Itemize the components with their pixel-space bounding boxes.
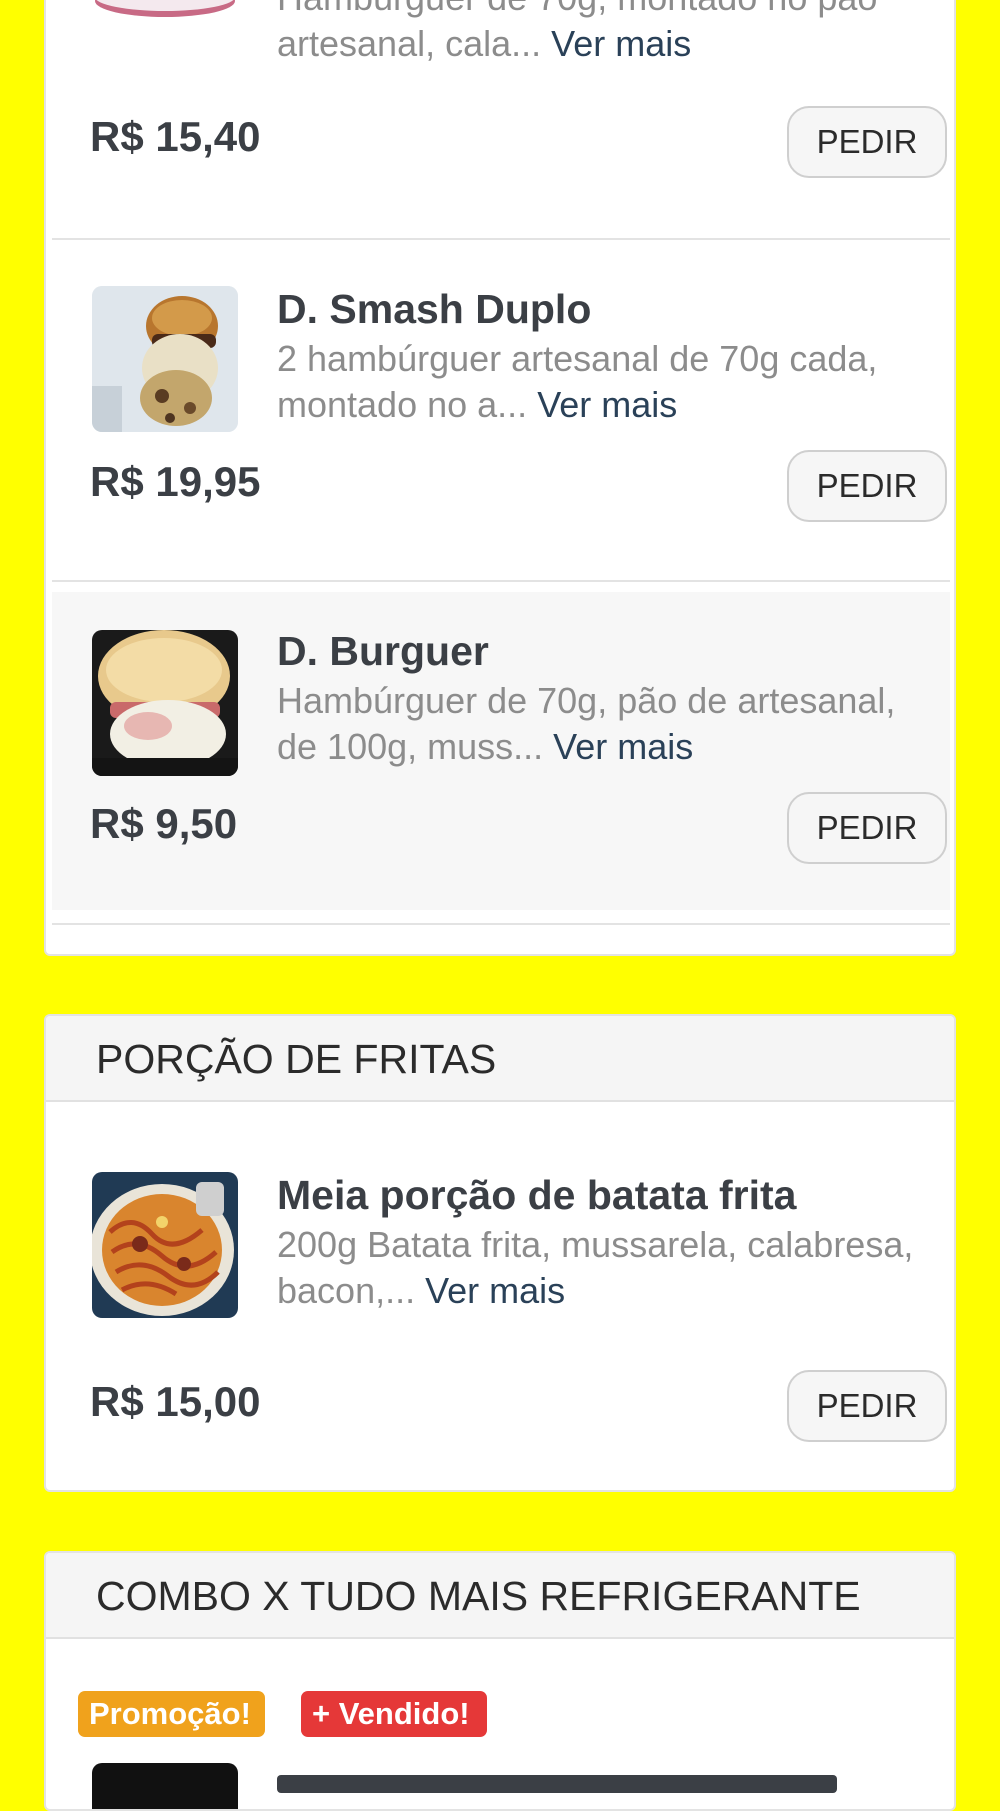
menu-item-description: Hambúrguer de 70g, pão de artesanal, de … <box>277 678 917 770</box>
menu-item-price: R$ 15,40 <box>90 113 261 160</box>
menu-item-description: Hambúrguer de 70g, montado no pão artesa… <box>277 0 917 67</box>
smash-duplo-image <box>92 286 238 432</box>
menu-item: Meia porção de batata frita 200g Batata … <box>52 1172 950 1490</box>
menu-item-photo[interactable] <box>92 286 238 432</box>
burguer-image <box>92 630 238 776</box>
menu-item-description: 2 hambúrguer artesanal de 70g cada, mont… <box>277 336 917 428</box>
menu-item-description: 200g Batata frita, mussarela, calabresa,… <box>277 1222 917 1314</box>
order-button[interactable]: PEDIR <box>787 792 947 864</box>
see-more-link[interactable]: Ver mais <box>551 23 691 64</box>
item-divider <box>52 580 950 582</box>
order-button[interactable]: PEDIR <box>787 1370 947 1442</box>
menu-item-name: D. Smash Duplo <box>277 286 592 332</box>
menu-item-photo[interactable] <box>92 630 238 776</box>
menu-item-photo[interactable] <box>92 0 238 19</box>
menu-item-name: D. Burguer <box>277 628 489 674</box>
menu-item-name: Meia porção de batata frita <box>277 1172 797 1218</box>
menu-item-price: R$ 9,50 <box>90 800 238 847</box>
combo-section-panel: COMBO X TUDO MAIS REFRIGERANTE <box>44 1551 956 1811</box>
order-button[interactable]: PEDIR <box>787 450 947 522</box>
fries-section-panel: PORÇÃO DE FRITAS Meia porção de batata f… <box>44 1014 956 1492</box>
menu-item: D. Burguer Hambúrguer de 70g, pão de art… <box>52 592 950 910</box>
section-header: COMBO X TUDO MAIS REFRIGERANTE <box>46 1553 954 1639</box>
see-more-link[interactable]: Ver mais <box>425 1270 565 1311</box>
burger-plate-image <box>92 0 238 19</box>
menu-item: Hambúrguer de 70g, montado no pão artesa… <box>52 0 950 214</box>
section-title: COMBO X TUDO MAIS REFRIGERANTE <box>96 1573 861 1619</box>
next-item-photo[interactable] <box>92 1763 238 1809</box>
section-title: PORÇÃO DE FRITAS <box>96 1036 497 1082</box>
menu-item-price: R$ 19,95 <box>90 458 261 505</box>
item-divider <box>52 923 950 925</box>
menu-item-photo[interactable] <box>92 1172 238 1318</box>
description-text: 200g Batata frita, mussarela, calabresa,… <box>277 1224 914 1311</box>
next-item-name <box>277 1765 877 1805</box>
see-more-link[interactable]: Ver mais <box>553 726 693 767</box>
menu-item-price: R$ 15,00 <box>90 1378 261 1425</box>
best-seller-badge: + Vendido! <box>301 1691 487 1737</box>
see-more-link[interactable]: Ver mais <box>537 384 677 425</box>
burger-section-panel: Hambúrguer de 70g, montado no pão artesa… <box>44 0 956 956</box>
order-button[interactable]: PEDIR <box>787 106 947 178</box>
menu-item: D. Smash Duplo 2 hambúrguer artesanal de… <box>52 286 950 621</box>
promo-badge: Promoção! <box>78 1691 265 1737</box>
item-divider <box>52 238 950 240</box>
fries-image <box>92 1172 238 1318</box>
section-header: PORÇÃO DE FRITAS <box>46 1016 954 1102</box>
